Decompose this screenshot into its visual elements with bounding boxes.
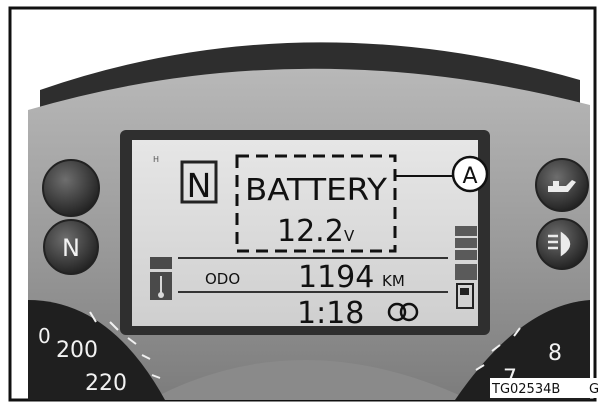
gear-indicator: N <box>187 166 212 205</box>
callout-letter: A <box>462 164 477 189</box>
tach-tick-8: 8 <box>548 341 562 366</box>
fuel-bar-1 <box>455 226 477 236</box>
speed-tick-200: 200 <box>56 338 98 363</box>
fuel-bar-4 <box>455 264 477 280</box>
fuel-bar-3 <box>455 250 477 260</box>
odo-label: ODO <box>205 270 240 288</box>
battery-label: BATTERY <box>245 173 388 208</box>
neutral-lamp-label: N <box>62 234 80 262</box>
odometer-value: 1194 <box>298 260 374 295</box>
odometer-unit: KM <box>382 272 405 290</box>
thermometer-icon <box>150 272 172 300</box>
instrument-panel-photo: N H N BATTERY 12.2 V A ODO 1194 KM 1:18 … <box>0 0 603 404</box>
speed-tick-left-partial: 0 <box>38 324 51 348</box>
oil-pressure-lamp <box>535 158 589 212</box>
speed-tick-220: 220 <box>85 371 127 396</box>
temp-bar-1 <box>150 257 172 269</box>
figure-code-trailing: G <box>589 382 599 397</box>
clock-display: 1:18 <box>297 296 364 331</box>
battery-unit: V <box>344 227 355 245</box>
left-indicator-lamp <box>42 159 100 217</box>
fuel-bar-2 <box>455 238 477 248</box>
battery-voltage: 12.2 <box>277 214 344 249</box>
figure-code: TG02534B <box>491 382 560 397</box>
photo-canvas: N H N BATTERY 12.2 V A ODO 1194 KM 1:18 … <box>8 6 599 402</box>
gear-superscript: H <box>153 155 159 164</box>
